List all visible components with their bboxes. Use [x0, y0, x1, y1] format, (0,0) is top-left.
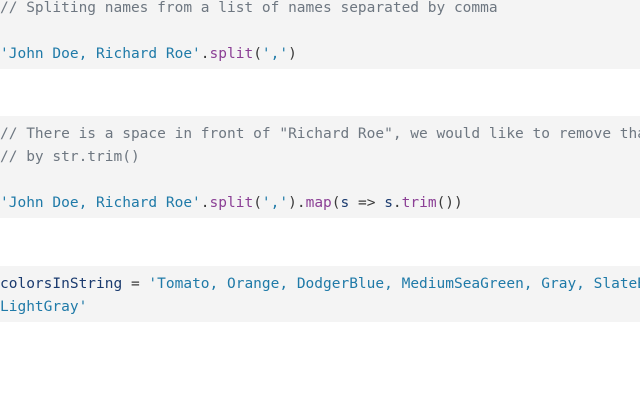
code-line-3-2: LightGray': [0, 296, 87, 319]
code-block-3: colorsInString = 'Tomato, Orange, Dodger…: [0, 266, 640, 322]
code-line-2-1: // There is a space in front of "Richard…: [0, 123, 640, 146]
code-line-2-4: 'John Doe, Richard Roe'.split(',').map(s…: [0, 192, 463, 215]
code-token: colorsInString: [0, 276, 123, 292]
code-line-3-1: colorsInString = 'Tomato, Orange, Dodger…: [0, 273, 640, 296]
code-block-1: // Spliting names from a list of names s…: [0, 0, 640, 69]
code-token: .: [392, 195, 402, 211]
code-token: map: [305, 195, 332, 211]
code-token: (: [253, 46, 262, 62]
code-token: LightGray': [0, 299, 88, 315]
code-token: 'John Doe, Richard Roe': [0, 195, 201, 211]
code-line-2-2: // by str.trim(): [0, 146, 140, 169]
code-token: // Spliting names from a list of names s…: [0, 0, 498, 16]
code-token: =>: [349, 195, 385, 211]
code-token: .: [200, 46, 210, 62]
code-block-2: // There is a space in front of "Richard…: [0, 116, 640, 218]
code-token: ): [288, 46, 297, 62]
code-token: ',': [261, 195, 289, 211]
code-line-1-1: // Spliting names from a list of names s…: [0, 0, 498, 20]
code-token: split: [209, 46, 254, 62]
code-token: 'John Doe, Richard Roe': [0, 46, 201, 62]
code-token: .: [200, 195, 210, 211]
code-token: trim: [401, 195, 437, 211]
code-token: s: [384, 195, 393, 211]
code-token: (: [331, 195, 341, 211]
code-token: // by str.trim(): [0, 149, 140, 165]
code-token: ()): [436, 195, 463, 211]
code-token: 'Tomato, Orange, DodgerBlue, MediumSeaGr…: [148, 276, 640, 292]
code-token: ',': [261, 46, 289, 62]
code-token: ).: [288, 195, 306, 211]
code-token: split: [209, 195, 254, 211]
code-token: (: [253, 195, 262, 211]
code-token: // There is a space in front of "Richard…: [0, 126, 640, 142]
code-token: s: [340, 195, 350, 211]
code-line-1-3: 'John Doe, Richard Roe'.split(','): [0, 43, 297, 66]
code-token: =: [122, 276, 149, 292]
